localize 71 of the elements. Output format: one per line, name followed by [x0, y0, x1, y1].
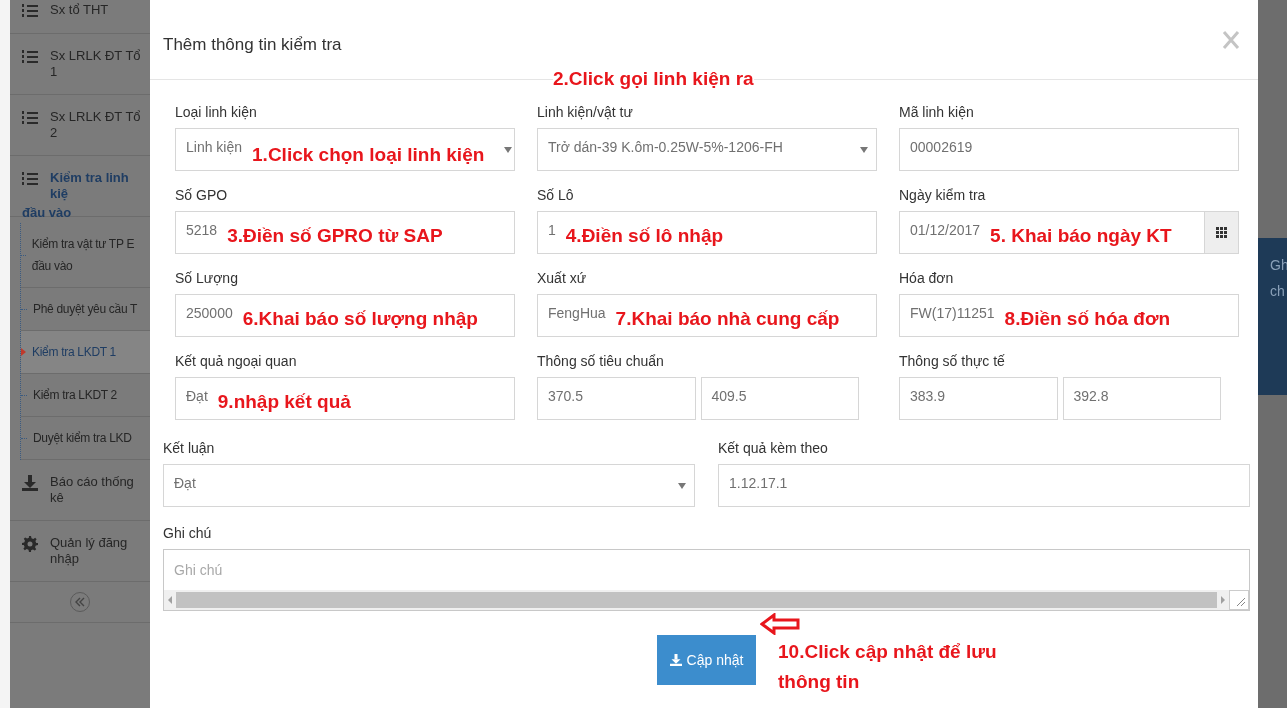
submenu-item[interactable]: Kiểm tra vật tư TP E đầu vào	[27, 233, 150, 277]
gear-icon	[22, 536, 38, 552]
annotation-text: 9.nhập kết quả	[217, 390, 351, 415]
close-icon[interactable]	[1222, 30, 1240, 50]
dialog-title: Thêm thông tin kiểm tra	[163, 34, 342, 56]
dropdown-field[interactable]: Đạt	[163, 464, 695, 507]
arrow-icon	[760, 613, 800, 635]
field-label: Loại linh kiện	[175, 103, 258, 122]
field-label: Thông số tiêu chuẩn	[537, 352, 665, 371]
field-label: Hóa đơn	[899, 269, 955, 288]
dropdown-field[interactable]: Trở dán-39 K.ôm-0.25W-5%-1206-FH	[537, 128, 877, 171]
input-field[interactable]: 250000 6.Khai báo số lượng nhập	[175, 294, 515, 337]
input-field[interactable]: 370.5	[537, 377, 696, 420]
annotation-text: 10.Click cập nhật để lưu thông tin	[778, 640, 998, 694]
field-label: Xuất xứ	[537, 269, 588, 288]
input-field[interactable]: 5218 3.Điền số GPRO từ SAP	[175, 211, 515, 254]
input-field[interactable]: 1 4.Điền số lô nhập	[537, 211, 877, 254]
menu-item[interactable]: Kiểm tra linh kiệ	[50, 170, 150, 202]
field-label: Ghi chú	[163, 524, 213, 543]
double-chevron-icon	[75, 597, 85, 607]
caret-icon	[678, 482, 686, 489]
annotation-text: 7.Khai báo nhà cung cấp	[615, 307, 840, 332]
input-field[interactable]: FW(17)11251 8.Điền số hóa đơn	[899, 294, 1239, 337]
field-label: Số Lượng	[175, 269, 239, 288]
field-label: Linh kiện/vật tư	[537, 103, 634, 122]
input-field[interactable]: 1.12.17.1	[718, 464, 1250, 507]
caret-icon	[504, 146, 513, 153]
grid-icon	[1216, 227, 1227, 238]
panel-text: Gh	[1270, 256, 1287, 275]
input-field[interactable]: 00002619	[899, 128, 1239, 171]
caret-icon	[860, 146, 868, 153]
submenu-item[interactable]: Phê duyệt yêu cầu T	[29, 298, 139, 320]
field-label: Mã linh kiện	[899, 103, 975, 122]
field-label: Thông số thực tế	[899, 352, 1006, 371]
input-field[interactable]: 409.5	[700, 377, 859, 420]
dropdown-field[interactable]: Linh kiện 1.Click chọn loại linh kiện	[175, 128, 515, 171]
field-label: Kết luận	[163, 439, 216, 458]
menu-item[interactable]: Sx LRLK ĐT Tổ 2	[50, 109, 150, 141]
field-label: Kết quả kèm theo	[718, 439, 829, 458]
field-label: Ngày kiểm tra	[899, 186, 987, 205]
field-label: Số Lô	[537, 186, 575, 205]
menu-item[interactable]: Sx tổ THT	[50, 2, 109, 18]
field-label: Kết quả ngoại quan	[175, 352, 298, 371]
calendar-button[interactable]	[1205, 211, 1239, 254]
download-icon	[22, 475, 38, 491]
input-field[interactable]: 392.8	[1062, 377, 1221, 420]
annotation-text: 3.Điền số GPRO từ SAP	[227, 224, 443, 249]
annotation-text: 8.Điền số hóa đơn	[1004, 307, 1171, 332]
menu-item[interactable]: Sx LRLK ĐT Tổ 1	[50, 48, 150, 80]
submenu-item[interactable]: Kiểm tra LKDT 2	[29, 384, 118, 406]
annotation-text: 1.Click chọn loại linh kiện	[252, 143, 485, 168]
input-field[interactable]: FengHua 7.Khai báo nhà cung cấp	[537, 294, 877, 337]
pointer-icon	[21, 348, 26, 356]
menu-item[interactable]: Quản lý đăng nhập	[50, 535, 150, 567]
annotation-text: 5. Khai báo ngày KT	[990, 224, 1172, 249]
download-icon	[669, 654, 682, 666]
list-icon	[22, 171, 38, 187]
panel-text: ch	[1270, 282, 1286, 301]
menu-item-text: đầu vào	[21, 205, 72, 222]
field-label: Số GPO	[175, 186, 229, 205]
list-icon	[22, 110, 38, 126]
list-icon	[22, 49, 38, 65]
update-button[interactable]: Cập nhật	[657, 635, 756, 685]
menu-item[interactable]: Báo cáo thống kê	[50, 474, 150, 506]
input-field[interactable]: 383.9	[899, 377, 1058, 420]
input-field[interactable]: Đạt 9.nhập kết quả	[175, 377, 515, 420]
list-icon	[22, 3, 38, 19]
annotation-text: 4.Điền số lô nhập	[565, 224, 724, 249]
input-field[interactable]: 01/12/2017 5. Khai báo ngày KT	[899, 211, 1205, 254]
submenu-item[interactable]: Duyệt kiểm tra LKD	[29, 427, 133, 449]
annotation-text: 6.Khai báo số lượng nhập	[242, 307, 478, 332]
